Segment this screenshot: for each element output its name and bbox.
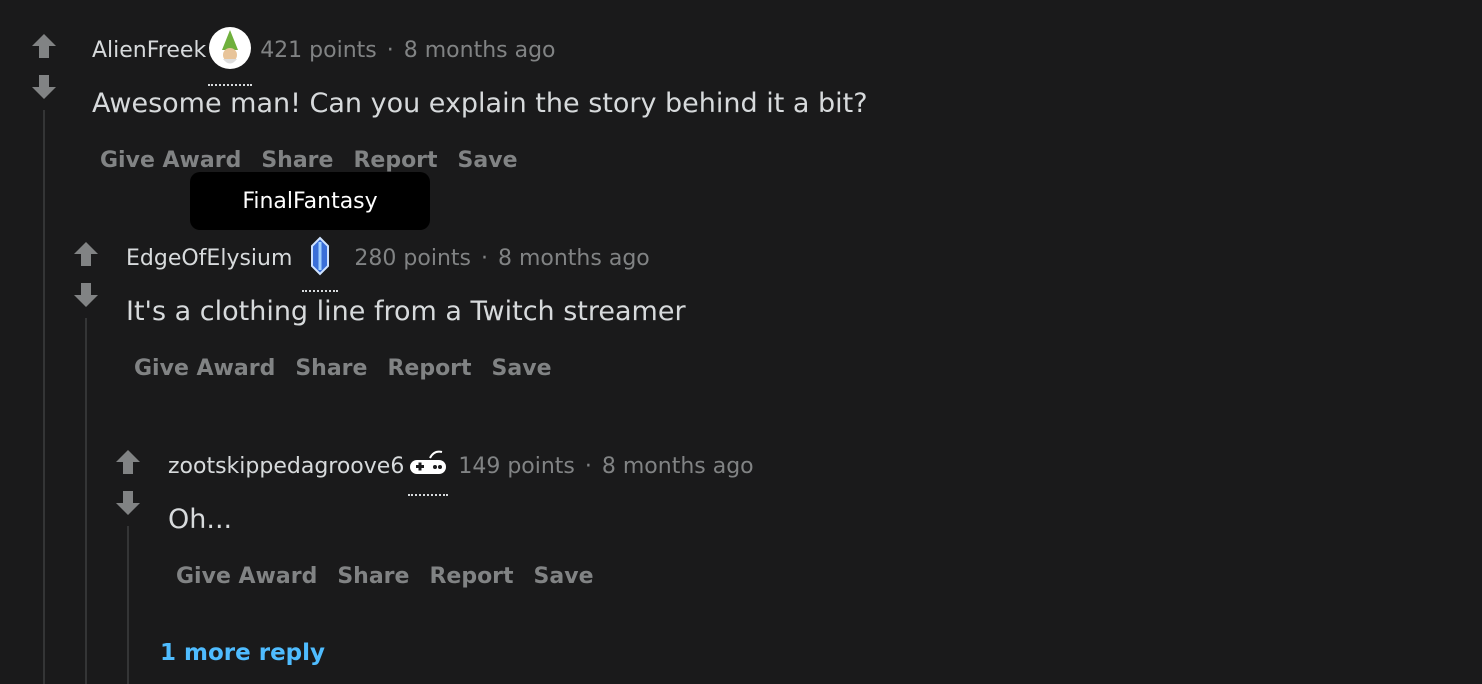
- thread-line[interactable]: [43, 110, 45, 684]
- comment-actions: Give Award Share Report Save: [126, 356, 564, 381]
- save-button[interactable]: Save: [526, 564, 606, 589]
- downvote-arrow-icon[interactable]: [115, 490, 141, 516]
- flair-tooltip: FinalFantasy: [190, 172, 430, 230]
- share-button[interactable]: Share: [253, 148, 345, 173]
- give-award-button[interactable]: Give Award: [126, 356, 287, 381]
- tooltip-text: FinalFantasy: [242, 188, 378, 214]
- crystal-icon[interactable]: [302, 236, 339, 292]
- timestamp[interactable]: 8 months ago: [498, 246, 650, 271]
- comment-meta: zootskippedagroove6 149 points · 8 month…: [168, 442, 754, 496]
- gnome-avatar-icon[interactable]: [208, 26, 253, 86]
- downvote-arrow-icon[interactable]: [73, 282, 99, 308]
- timestamp[interactable]: 8 months ago: [404, 38, 556, 63]
- comment-body: Oh...: [168, 504, 233, 535]
- author-link[interactable]: AlienFreek: [92, 38, 206, 63]
- share-button[interactable]: Share: [287, 356, 379, 381]
- author-link[interactable]: zootskippedagroove6: [168, 454, 404, 479]
- points: 421 points: [260, 37, 377, 63]
- author-link[interactable]: EdgeOfElysium: [126, 246, 292, 271]
- comment-body: Awesome man! Can you explain the story b…: [92, 88, 868, 119]
- more-replies-link[interactable]: 1 more reply: [160, 640, 325, 666]
- separator-dot: ·: [480, 245, 488, 271]
- report-button[interactable]: Report: [379, 356, 483, 381]
- timestamp[interactable]: 8 months ago: [602, 454, 754, 479]
- save-button[interactable]: Save: [450, 148, 530, 173]
- thread-line[interactable]: [85, 318, 87, 684]
- give-award-button[interactable]: Give Award: [92, 148, 253, 173]
- separator-dot: ·: [584, 453, 592, 479]
- thread-line[interactable]: [127, 526, 129, 684]
- save-button[interactable]: Save: [484, 356, 564, 381]
- upvote-arrow-icon[interactable]: [115, 449, 141, 475]
- give-award-button[interactable]: Give Award: [168, 564, 329, 589]
- separator-dot: ·: [386, 37, 394, 63]
- comment-meta: AlienFreek 421 points · 8 months ago: [92, 26, 556, 86]
- game-controller-icon[interactable]: [408, 448, 449, 496]
- upvote-arrow-icon[interactable]: [31, 33, 57, 59]
- comment-body: It's a clothing line from a Twitch strea…: [126, 296, 686, 327]
- report-button[interactable]: Report: [345, 148, 449, 173]
- points: 280 points: [354, 245, 471, 271]
- comment-actions: Give Award Share Report Save: [168, 564, 606, 589]
- comment-meta: EdgeOfElysium 280 points · 8 months ago: [126, 234, 650, 292]
- comment-actions: Give Award Share Report Save: [92, 148, 530, 173]
- downvote-arrow-icon[interactable]: [31, 74, 57, 100]
- share-button[interactable]: Share: [329, 564, 421, 589]
- points: 149 points: [458, 453, 575, 479]
- upvote-arrow-icon[interactable]: [73, 241, 99, 267]
- report-button[interactable]: Report: [421, 564, 525, 589]
